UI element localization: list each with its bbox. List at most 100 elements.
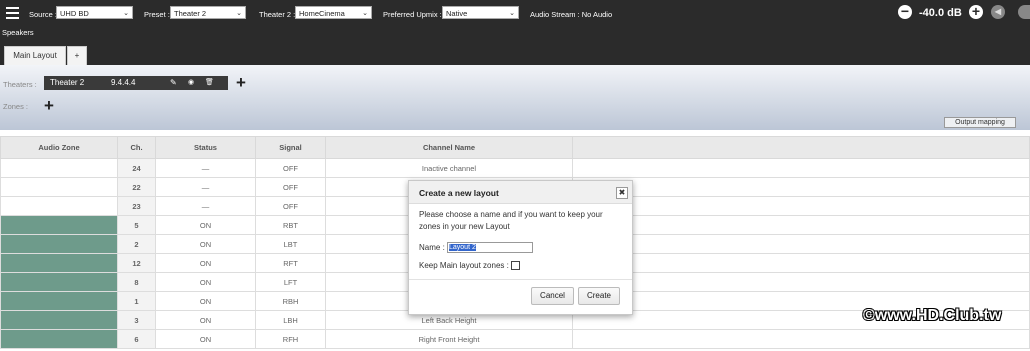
blank-cell <box>572 234 1030 254</box>
watermark: ©www.HD.Club.tw <box>863 307 1002 324</box>
channel-number-cell: 2 <box>117 234 156 254</box>
channel-number-cell: 8 <box>117 272 156 292</box>
blank-cell <box>572 196 1030 216</box>
theater-label: Theater 2 : <box>259 10 296 19</box>
menu-icon[interactable] <box>6 7 19 19</box>
header-signal: Signal <box>255 136 326 159</box>
channel-number-cell: 1 <box>117 291 156 311</box>
dialog-title: Create a new layout <box>419 188 499 198</box>
preset-label: Preset : <box>144 10 170 19</box>
volume-up-button[interactable]: + <box>969 4 983 19</box>
signal-cell: LBH <box>255 310 326 330</box>
status-cell: ON <box>155 310 256 330</box>
header-audio-zone: Audio Zone <box>0 136 118 159</box>
top-bar: Source : UHD BD ⌄ Preset : Theater 2 ⌄ T… <box>0 0 1030 65</box>
audio-zone-cell <box>0 177 118 197</box>
layout-name-input[interactable]: Layout 2 <box>447 242 533 253</box>
chevron-down-icon: ⌄ <box>123 10 129 17</box>
name-label: Name : <box>419 243 445 252</box>
signal-cell: RBT <box>255 215 326 235</box>
audio-zone-cell <box>0 253 118 273</box>
audio-zone-cell <box>0 329 118 349</box>
cancel-button[interactable]: Cancel <box>531 287 574 305</box>
status-cell: ON <box>155 291 256 311</box>
signal-cell: OFF <box>255 158 326 178</box>
signal-cell: OFF <box>255 177 326 197</box>
theater-select[interactable]: HomeCinema ⌄ <box>295 6 372 19</box>
channel-name-cell: Right Front Height <box>325 329 573 349</box>
upmix-value: Native <box>446 9 468 18</box>
blank-cell <box>572 215 1030 235</box>
more-button[interactable] <box>1018 5 1030 19</box>
dialog-description: Please choose a name and if you want to … <box>419 210 603 231</box>
channel-number-cell: 24 <box>117 158 156 178</box>
trash-icon[interactable]: 🗑 <box>205 76 214 90</box>
audio-stream-status: Audio Stream : No Audio <box>530 10 613 19</box>
signal-cell: OFF <box>255 196 326 216</box>
status-cell: — <box>155 177 256 197</box>
channel-number-cell: 3 <box>117 310 156 330</box>
source-select[interactable]: UHD BD ⌄ <box>56 6 133 19</box>
create-button[interactable]: Create <box>578 287 620 305</box>
theater-format: 9.4.4.4 <box>111 78 136 87</box>
audio-zone-cell <box>0 272 118 292</box>
blank-cell <box>572 177 1030 197</box>
audio-zone-cell <box>0 310 118 330</box>
keep-zones-checkbox[interactable] <box>511 261 520 270</box>
layout-name-value: Layout 2 <box>449 244 476 251</box>
signal-cell: RBH <box>255 291 326 311</box>
chevron-down-icon: ⌄ <box>362 10 368 17</box>
status-cell: ON <box>155 272 256 292</box>
dialog-header: Create a new layout ✖ <box>409 181 632 204</box>
audio-zone-cell <box>0 234 118 254</box>
source-value: UHD BD <box>60 9 89 18</box>
preset-select[interactable]: Theater 2 ⌄ <box>170 6 246 19</box>
blank-cell <box>572 272 1030 292</box>
upmix-label: Preferred Upmix : <box>383 10 442 19</box>
speakers-label: Speakers <box>2 28 34 37</box>
table-row[interactable]: 6 ON RFH Right Front Height <box>0 329 1030 349</box>
header-channel-name: Channel Name <box>325 136 573 159</box>
channel-number-cell: 12 <box>117 253 156 273</box>
channel-number-cell: 23 <box>117 196 156 216</box>
signal-cell: LBT <box>255 234 326 254</box>
close-icon[interactable]: ✖ <box>616 187 628 199</box>
status-cell: — <box>155 158 256 178</box>
signal-cell: LFT <box>255 272 326 292</box>
mute-button[interactable]: ◀ <box>991 5 1005 19</box>
add-zone-button[interactable]: + <box>44 97 54 114</box>
tab-main-layout[interactable]: Main Layout <box>4 46 66 65</box>
source-label: Source : <box>29 10 57 19</box>
theaters-label: Theaters : <box>3 80 37 89</box>
blank-cell <box>572 253 1030 273</box>
channel-number-cell: 22 <box>117 177 156 197</box>
theater-value: HomeCinema <box>299 9 345 18</box>
edit-icon[interactable]: ✎ <box>170 76 177 90</box>
audio-zone-cell <box>0 291 118 311</box>
add-theater-button[interactable]: + <box>236 74 246 91</box>
status-cell: ON <box>155 215 256 235</box>
eye-icon[interactable]: ◉ <box>188 76 194 90</box>
zones-label: Zones : <box>3 102 29 111</box>
output-mapping-button[interactable]: Output mapping <box>944 117 1016 128</box>
layout-panel <box>0 65 1030 130</box>
upmix-select[interactable]: Native ⌄ <box>442 6 519 19</box>
header-channel: Ch. <box>117 136 156 159</box>
table-header-row: Audio Zone Ch. Status Signal Channel Nam… <box>0 136 1030 159</box>
volume-level: -40.0 dB <box>919 7 962 19</box>
status-cell: ON <box>155 234 256 254</box>
theater-item[interactable]: Theater 2 9.4.4.4 ✎ ◉ 🗑 <box>44 76 228 90</box>
status-cell: ON <box>155 329 256 349</box>
status-cell: — <box>155 196 256 216</box>
blank-cell <box>572 158 1030 178</box>
audio-zone-cell <box>0 215 118 235</box>
audio-zone-cell <box>0 196 118 216</box>
table-row[interactable]: 24— OFF Inactive channel <box>0 158 1030 178</box>
preset-value: Theater 2 <box>174 9 207 18</box>
chevron-down-icon: ⌄ <box>236 10 242 17</box>
channel-number-cell: 5 <box>117 215 156 235</box>
header-blank <box>572 136 1030 159</box>
tab-add-layout[interactable]: + <box>67 46 87 65</box>
volume-down-button[interactable]: − <box>898 4 912 19</box>
channel-number-cell: 6 <box>117 329 156 349</box>
